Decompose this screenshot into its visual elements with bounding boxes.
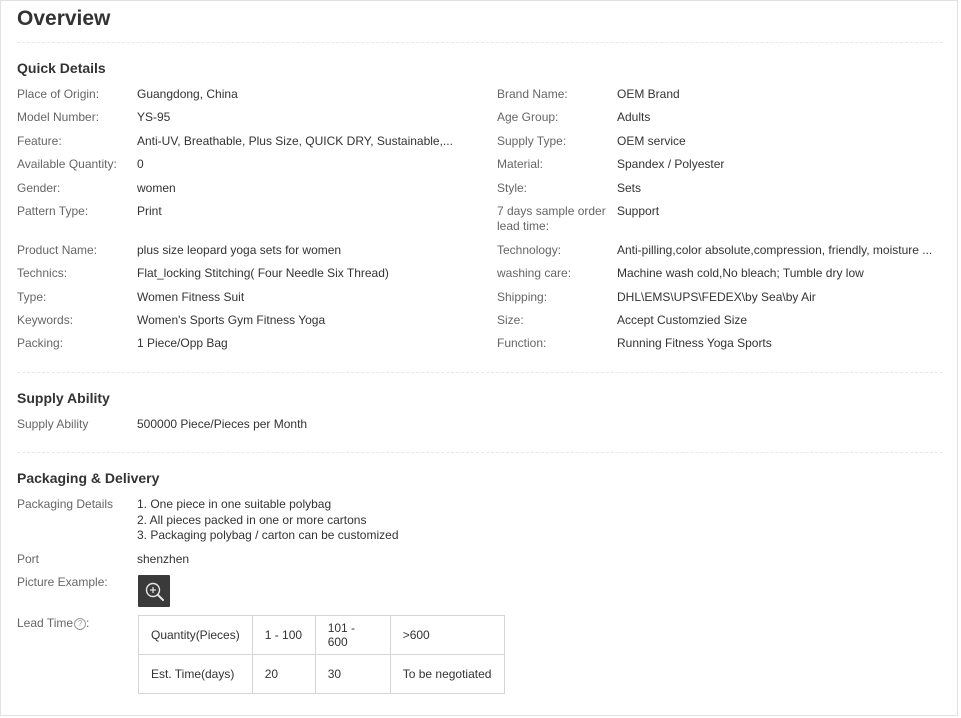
section-title-supply-ability: Supply Ability xyxy=(17,390,110,406)
detail-label: Gender: xyxy=(17,181,61,195)
packaging-detail-line: 1. One piece in one suitable polybag xyxy=(137,497,332,511)
label-colon: : xyxy=(86,616,90,630)
detail-value: Running Fitness Yoga Sports xyxy=(617,336,772,350)
packaging-detail-line: 3. Packaging polybag / carton can be cus… xyxy=(137,528,399,542)
section-title-packaging-delivery: Packaging & Delivery xyxy=(17,470,160,486)
detail-row: Pattern Type: Print 7 days sample order le… xyxy=(17,204,943,233)
zoom-in-icon xyxy=(145,582,164,601)
detail-label: washing care: xyxy=(497,266,572,280)
table-cell: To be negotiated xyxy=(389,654,505,694)
detail-value: women xyxy=(137,181,176,195)
detail-label: Place of Origin: xyxy=(17,87,100,101)
divider xyxy=(17,372,943,373)
picture-example-thumbnail[interactable] xyxy=(138,575,170,607)
page-title: Overview xyxy=(17,7,111,30)
detail-row: Packaging Details 1. One piece in one su… xyxy=(17,497,943,545)
overview-panel: Overview Quick Details Place of Origin: G… xyxy=(0,0,958,716)
detail-row: Port shenzhen xyxy=(17,552,943,572)
section-title-quick-details: Quick Details xyxy=(17,60,106,76)
detail-label: Age Group: xyxy=(497,110,559,124)
detail-label: Supply Type: xyxy=(497,134,567,148)
detail-label: Supply Ability xyxy=(17,417,89,431)
detail-label: 7 days sample order lead time: xyxy=(497,204,606,233)
detail-row: Gender: women Style: Sets xyxy=(17,181,943,201)
detail-row: Keywords: Women's Sports Gym Fitness Yoga… xyxy=(17,313,943,333)
detail-value: Sets xyxy=(617,181,642,195)
detail-row: Type: Women Fitness Suit Shipping: DHL\EMS\… xyxy=(17,290,943,310)
detail-label: Pattern Type: xyxy=(17,204,89,218)
detail-row: Packing: 1 Piece/Opp Bag Function: Running … xyxy=(17,336,943,356)
table-row: Quantity(Pieces) 1 - 100 101 - 600 >600 xyxy=(138,615,505,655)
detail-value: Spandex / Polyester xyxy=(617,157,725,171)
detail-label: Size: xyxy=(497,313,524,327)
detail-value: Anti-pilling,color absolute,compression,… xyxy=(617,243,933,257)
detail-label: Available Quantity: xyxy=(17,157,117,171)
lead-time-label: Lead Time?: xyxy=(17,616,132,631)
table-cell: 1 - 100 xyxy=(251,615,316,655)
lead-time-table: Quantity(Pieces) 1 - 100 101 - 600 >600 … xyxy=(138,615,505,694)
detail-label: Packaging Details xyxy=(17,497,114,511)
detail-row: Product Name: plus size leopard yoga sets… xyxy=(17,243,943,263)
detail-value: Adults xyxy=(617,110,651,124)
detail-value: Machine wash cold,No bleach; Tumble dry … xyxy=(617,266,864,280)
detail-value: 500000 Piece/Pieces per Month xyxy=(137,417,308,431)
divider xyxy=(17,452,943,453)
divider xyxy=(17,715,943,716)
detail-label: Keywords: xyxy=(17,313,74,327)
detail-label: Feature: xyxy=(17,134,62,148)
detail-value: Flat_locking Stitching( Four Needle Six … xyxy=(137,266,389,280)
detail-row: Place of Origin: Guangdong, China Brand Na… xyxy=(17,87,943,107)
detail-value: Guangdong, China xyxy=(137,87,238,101)
detail-value: OEM service xyxy=(617,134,686,148)
detail-label: Technology: xyxy=(497,243,562,257)
detail-label: Brand Name: xyxy=(497,87,568,101)
help-icon[interactable]: ? xyxy=(74,617,87,630)
detail-value: OEM Brand xyxy=(617,87,680,101)
detail-label: Picture Example: xyxy=(17,575,108,589)
detail-value: shenzhen xyxy=(137,552,190,566)
detail-label: Lead Time xyxy=(17,616,74,630)
detail-label: Function: xyxy=(497,336,547,350)
detail-value: 0 xyxy=(137,157,144,171)
detail-row: Model Number: YS-95 Age Group: Adults xyxy=(17,110,943,130)
detail-value: Anti-UV, Breathable, Plus Size, QUICK DR… xyxy=(137,134,453,148)
detail-value: YS-95 xyxy=(137,110,171,124)
table-cell: 30 xyxy=(314,654,391,694)
table-cell: Est. Time(days) xyxy=(138,654,253,694)
packaging-details-value: 1. One piece in one suitable polybag 2. … xyxy=(137,497,537,544)
packaging-detail-line: 2. All pieces packed in one or more cart… xyxy=(137,512,367,527)
detail-label: Technics: xyxy=(17,266,68,280)
detail-value: Print xyxy=(137,204,162,218)
detail-row: Feature: Anti-UV, Breathable, Plus Size, … xyxy=(17,134,943,154)
detail-label: Type: xyxy=(17,290,47,304)
table-cell: >600 xyxy=(389,615,505,655)
detail-row: Technics: Flat_locking Stitching( Four Ne… xyxy=(17,266,943,286)
table-cell: Quantity(Pieces) xyxy=(138,615,253,655)
detail-value: Accept Customzied Size xyxy=(617,313,748,327)
detail-label: Style: xyxy=(497,181,528,195)
table-row: Est. Time(days) 20 30 To be negotiated xyxy=(138,654,505,694)
detail-value: Support xyxy=(617,204,660,218)
detail-value: plus size leopard yoga sets for women xyxy=(137,243,342,257)
detail-label: Material: xyxy=(497,157,544,171)
detail-label: Product Name: xyxy=(17,243,98,257)
table-cell: 20 xyxy=(251,654,316,694)
detail-row: Available Quantity: 0 Material: Spandex / P… xyxy=(17,157,943,177)
divider xyxy=(17,42,943,43)
detail-row: Supply Ability 500000 Piece/Pieces per M… xyxy=(17,417,943,437)
detail-label: Packing: xyxy=(17,336,64,350)
detail-label: Shipping: xyxy=(497,290,548,304)
table-cell: 101 - 600 xyxy=(314,615,391,655)
detail-label: Model Number: xyxy=(17,110,100,124)
detail-value: DHL\EMS\UPS\FEDEX\by Sea\by Air xyxy=(617,290,816,304)
detail-value: Women Fitness Suit xyxy=(137,290,245,304)
detail-label: Port xyxy=(17,552,40,566)
detail-value: Women's Sports Gym Fitness Yoga xyxy=(137,313,326,327)
detail-value: 1 Piece/Opp Bag xyxy=(137,336,228,350)
